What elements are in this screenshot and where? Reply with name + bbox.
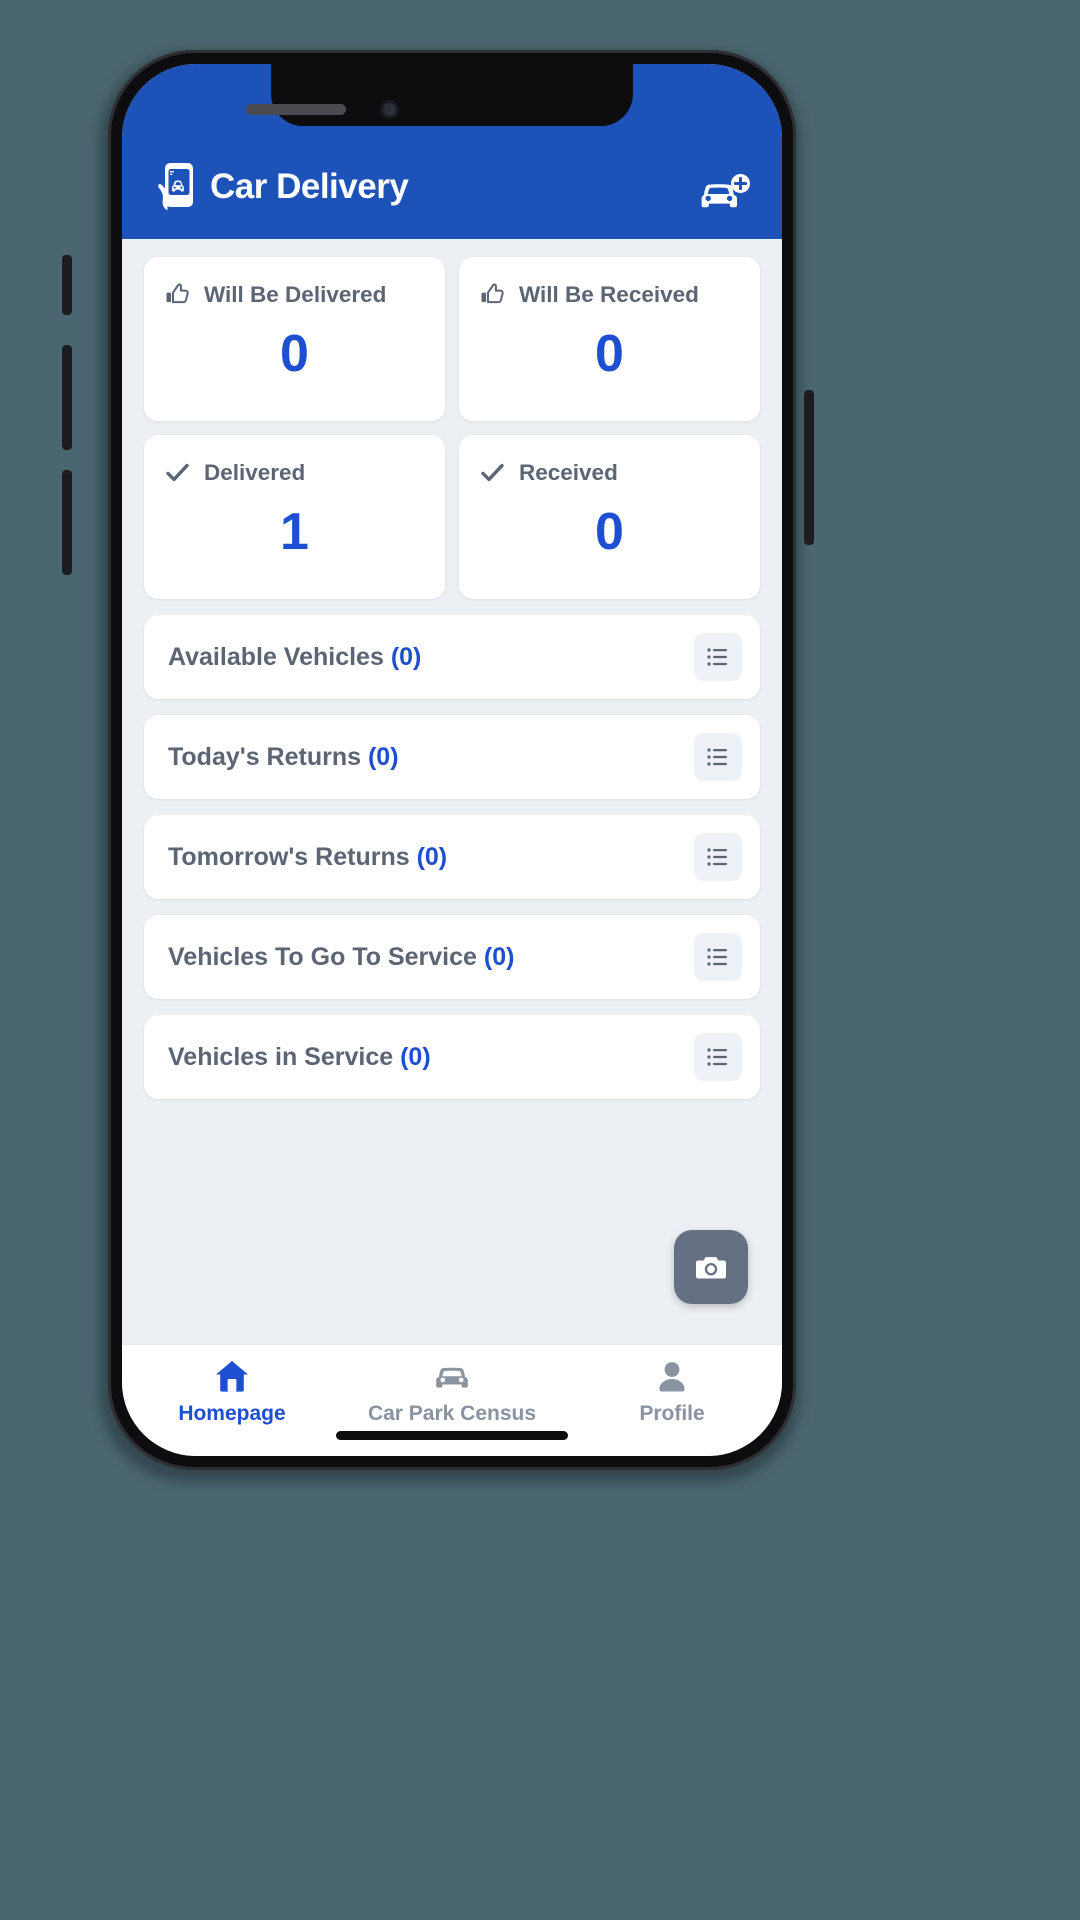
- stat-card-header: Will Be Received: [479, 281, 699, 308]
- app-title: Car Delivery: [210, 167, 409, 206]
- main-content: Will Be Delivered 0 Will Be Received 0 D…: [122, 239, 782, 1344]
- app-brand: Car Delivery: [152, 161, 409, 213]
- stat-card-delivered[interactable]: Delivered 1: [144, 435, 445, 599]
- screenshot-canvas: Car Delivery Will Be Delivered 0 Will Be…: [0, 0, 1080, 1920]
- list-item-available-vehicles[interactable]: Available Vehicles (0): [144, 615, 760, 699]
- list-item-title: Today's Returns: [168, 742, 362, 771]
- list-item-title: Vehicles To Go To Service: [168, 942, 477, 971]
- list-icon: [707, 848, 727, 866]
- list-item-title: Tomorrow's Returns: [168, 842, 410, 871]
- car-plus-icon[interactable]: [696, 173, 752, 213]
- tab-car-park-census[interactable]: Car Park Census: [342, 1357, 562, 1426]
- stat-value: 0: [280, 325, 309, 383]
- stat-label: Will Be Received: [519, 281, 699, 307]
- camera-icon: [696, 1257, 726, 1279]
- list-item-todays-returns[interactable]: Today's Returns (0): [144, 715, 760, 799]
- stat-card-header: Will Be Delivered: [164, 281, 386, 308]
- list-icon: [707, 748, 727, 766]
- stat-value: 1: [280, 503, 309, 561]
- list-icon: [707, 648, 727, 666]
- stat-card-will-be-received[interactable]: Will Be Received 0: [459, 257, 760, 421]
- home-indicator[interactable]: [336, 1431, 568, 1440]
- check-icon: [479, 459, 506, 486]
- list-item-title: Vehicles in Service: [168, 1042, 394, 1071]
- stat-card-grid: Will Be Delivered 0 Will Be Received 0 D…: [144, 257, 760, 599]
- thumbs-up-icon: [479, 281, 506, 308]
- front-camera-icon: [380, 100, 399, 119]
- list-item-label: Today's Returns (0): [168, 743, 399, 772]
- stat-value: 0: [595, 503, 624, 561]
- device-notch: [271, 64, 633, 126]
- stat-label: Received: [519, 459, 618, 485]
- tab-label: Homepage: [178, 1402, 286, 1425]
- list-item-label: Vehicles in Service (0): [168, 1043, 431, 1072]
- tab-label: Car Park Census: [367, 1402, 537, 1425]
- list-icon-button[interactable]: [694, 933, 742, 981]
- list-item-vehicles-to-go-to-service[interactable]: Vehicles To Go To Service (0): [144, 915, 760, 999]
- stat-card-header: Received: [479, 459, 618, 486]
- thumbs-up-icon: [164, 281, 191, 308]
- tab-profile[interactable]: Profile: [562, 1357, 782, 1426]
- list-icon-button[interactable]: [694, 833, 742, 881]
- volume-up-button[interactable]: [62, 345, 72, 450]
- list-icon: [707, 1048, 727, 1066]
- stat-card-received[interactable]: Received 0: [459, 435, 760, 599]
- list-item-label: Vehicles To Go To Service (0): [168, 943, 514, 972]
- list-icon: [707, 948, 727, 966]
- stat-card-header: Delivered: [164, 459, 305, 486]
- stat-label: Will Be Delivered: [204, 281, 387, 307]
- category-list: Available Vehicles (0) Today's Returns (…: [144, 615, 760, 1099]
- camera-fab-button[interactable]: [674, 1230, 748, 1304]
- list-item-label: Tomorrow's Returns (0): [168, 843, 447, 872]
- hand-holding-phone-car-icon: [152, 161, 196, 213]
- list-icon-button[interactable]: [694, 633, 742, 681]
- earpiece-speaker: [246, 104, 346, 115]
- tab-label: Profile: [639, 1402, 705, 1425]
- tab-homepage[interactable]: Homepage: [122, 1357, 342, 1426]
- power-button[interactable]: [804, 390, 814, 545]
- list-item-count: (0): [367, 742, 399, 771]
- stat-card-will-be-delivered[interactable]: Will Be Delivered 0: [144, 257, 445, 421]
- phone-screen: Car Delivery Will Be Delivered 0 Will Be…: [122, 64, 782, 1456]
- list-item-count: (0): [390, 642, 422, 671]
- list-item-count: (0): [416, 842, 448, 871]
- mute-switch[interactable]: [62, 255, 72, 315]
- list-item-label: Available Vehicles (0): [168, 643, 421, 672]
- stat-value: 0: [595, 325, 624, 383]
- list-icon-button[interactable]: [694, 733, 742, 781]
- stat-label: Delivered: [204, 459, 306, 485]
- list-item-count: (0): [400, 1042, 431, 1071]
- list-item-title: Available Vehicles: [168, 642, 384, 671]
- home-icon: [216, 1361, 248, 1392]
- list-item-count: (0): [483, 942, 515, 971]
- volume-down-button[interactable]: [62, 470, 72, 575]
- person-icon: [659, 1362, 685, 1392]
- car-icon: [436, 1367, 468, 1388]
- check-icon: [164, 459, 191, 486]
- list-icon-button[interactable]: [694, 1033, 742, 1081]
- list-item-tomorrows-returns[interactable]: Tomorrow's Returns (0): [144, 815, 760, 899]
- list-item-vehicles-in-service[interactable]: Vehicles in Service (0): [144, 1015, 760, 1099]
